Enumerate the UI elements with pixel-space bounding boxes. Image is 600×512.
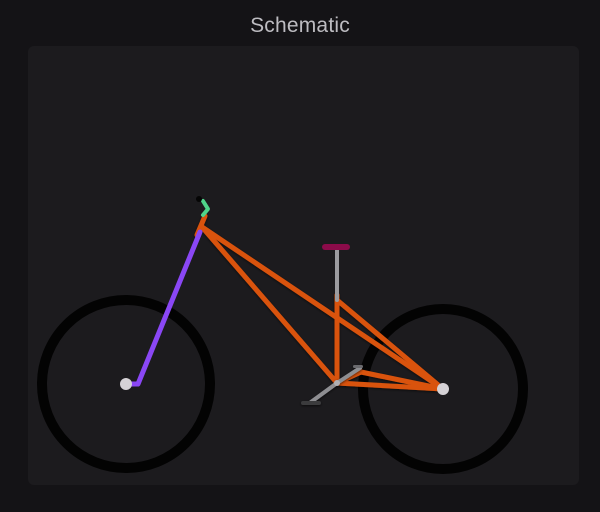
- bike-schematic-drawing: [37, 196, 528, 474]
- pedal-rear[interactable]: [353, 365, 363, 368]
- front-hub[interactable]: [120, 378, 132, 390]
- stem[interactable]: [201, 199, 210, 217]
- schematic-window: Schematic: [0, 0, 600, 512]
- bottom-bracket: [334, 380, 340, 386]
- handlebar-end: [196, 196, 202, 202]
- crank-arm-front[interactable]: [309, 381, 339, 404]
- saddle-icon[interactable]: [322, 244, 350, 250]
- rear-hub[interactable]: [437, 383, 449, 395]
- pedal-front[interactable]: [301, 401, 321, 405]
